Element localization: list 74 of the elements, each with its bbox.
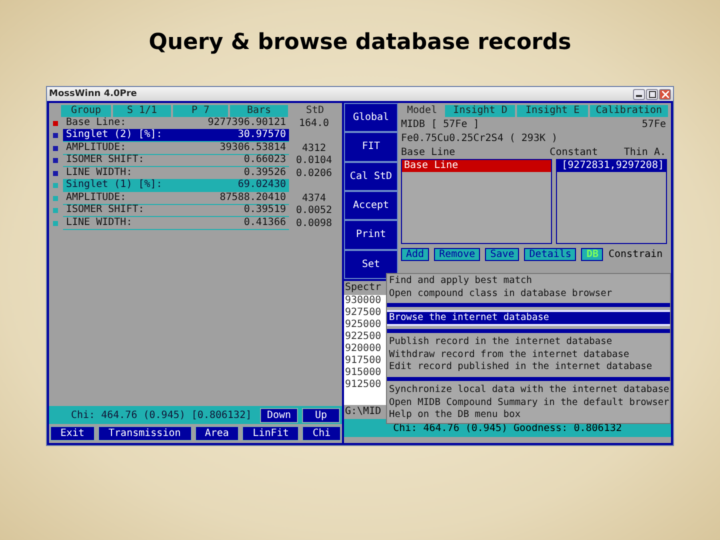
isotope-label: 57Fe [642, 118, 666, 130]
toolbar-button[interactable]: Exit [50, 426, 95, 441]
close-button[interactable] [659, 88, 671, 100]
tab[interactable]: Model [401, 105, 444, 117]
parameter-row[interactable]: LINE WIDTH: 0.41366 [63, 216, 289, 230]
spectrum-header: Spectr [344, 281, 382, 295]
close-icon [662, 90, 668, 98]
nav-button[interactable]: Up [302, 408, 340, 422]
column-header[interactable]: Group [61, 105, 111, 117]
window-title: MossWinn 4.0Pre [49, 89, 137, 99]
column-header[interactable]: Bars [230, 105, 288, 117]
menu-item[interactable]: Synchronize local data with the internet database [387, 384, 670, 397]
spectrum-value: 925000 [345, 319, 382, 331]
side-button[interactable]: Cal StD [344, 162, 398, 191]
constrain-label: Constrain [608, 249, 663, 260]
column-header: StD [304, 105, 326, 117]
menu-item[interactable]: Publish record in the internet database [387, 336, 670, 349]
component-label: Base Line [401, 146, 456, 158]
spectrum-value: 912500 [345, 379, 382, 391]
std-value: 0.0098 [294, 218, 334, 229]
action-button[interactable]: Remove [434, 248, 480, 261]
spectrum-value: 917500 [345, 355, 382, 367]
type-label: Constant [550, 146, 598, 158]
std-value: 0.0052 [294, 205, 334, 216]
maximize-button[interactable] [646, 88, 658, 100]
spectrum-value: 920000 [345, 343, 382, 355]
std-value: 4312 [300, 142, 328, 154]
spectrum-value: 915000 [345, 367, 382, 379]
absorber-label: Thin A. [624, 146, 666, 158]
compound-label: Fe0.75Cu0.25Cr2S4 ( 293K ) [401, 132, 558, 144]
column-header[interactable]: S 1/1 [113, 105, 171, 117]
parameter-row[interactable]: Singlet (1) [%]: 69.02430 [63, 179, 289, 192]
parameter-row[interactable]: AMPLITUDE: 39306.53814 [63, 142, 289, 155]
status-text: Chi: 464.76 (0.945) [0.806132] [71, 410, 253, 420]
minimize-button[interactable] [633, 88, 645, 100]
parameter-row[interactable]: Singlet (2) [%]: 30.97570 [63, 129, 289, 142]
toolbar-button[interactable]: Transmission [98, 426, 192, 441]
spectrum-value: 930000 [345, 295, 382, 307]
parameter-row[interactable]: AMPLITUDE: 87588.20410 [63, 192, 289, 205]
action-button[interactable]: Save [485, 248, 520, 261]
file-path: G:\MID [344, 405, 382, 419]
spectrum-value: 927500 [345, 307, 382, 319]
spectrum-value: 922500 [345, 331, 382, 343]
menu-item[interactable]: Browse the internet database [387, 310, 670, 326]
column-header[interactable]: P 7 [173, 105, 228, 117]
menu-item[interactable]: Open compound class in database browser [387, 288, 670, 300]
side-button[interactable]: Accept [344, 190, 398, 220]
tab[interactable]: Insight E [517, 105, 588, 117]
side-button[interactable]: Print [344, 220, 398, 250]
action-button[interactable]: Details [524, 248, 576, 261]
tab[interactable]: Insight D [445, 105, 516, 117]
toolbar-button[interactable]: Area [194, 426, 240, 441]
parameter-row[interactable]: ISOMER SHIFT: 0.39519 [63, 204, 289, 218]
std-value: 0.0206 [294, 168, 334, 179]
menu-item[interactable]: Withdraw record from the internet database [387, 348, 670, 362]
slide-title: Query & browse database records [148, 30, 572, 57]
database-label: MIDB [ 57Fe ] [401, 118, 480, 130]
list-item[interactable]: [9272831,9297208] [557, 160, 666, 172]
std-value: 4374 [300, 192, 328, 204]
toolbar-button[interactable]: Chi [302, 426, 341, 441]
maximize-icon [648, 90, 656, 98]
action-button[interactable]: Add [401, 248, 430, 261]
side-button[interactable]: Global [344, 103, 398, 132]
menu-item[interactable]: Help on the DB menu box [387, 409, 670, 422]
side-button[interactable]: FIT [344, 132, 398, 162]
parameter-row[interactable]: ISOMER SHIFT: 0.66023 [63, 154, 289, 168]
tab[interactable]: Calibration [590, 105, 668, 117]
std-value: 164.0 [298, 118, 330, 129]
menu-item[interactable]: Edit record published in the internet database [387, 361, 670, 374]
list-item[interactable]: Base Line [402, 160, 551, 172]
std-value: 0.0104 [294, 155, 334, 166]
menu-item[interactable]: Open MIDB Compound Summary in the default browser [387, 396, 670, 410]
toolbar-button[interactable]: LinFit [242, 426, 300, 441]
nav-button[interactable]: Down [260, 408, 298, 422]
